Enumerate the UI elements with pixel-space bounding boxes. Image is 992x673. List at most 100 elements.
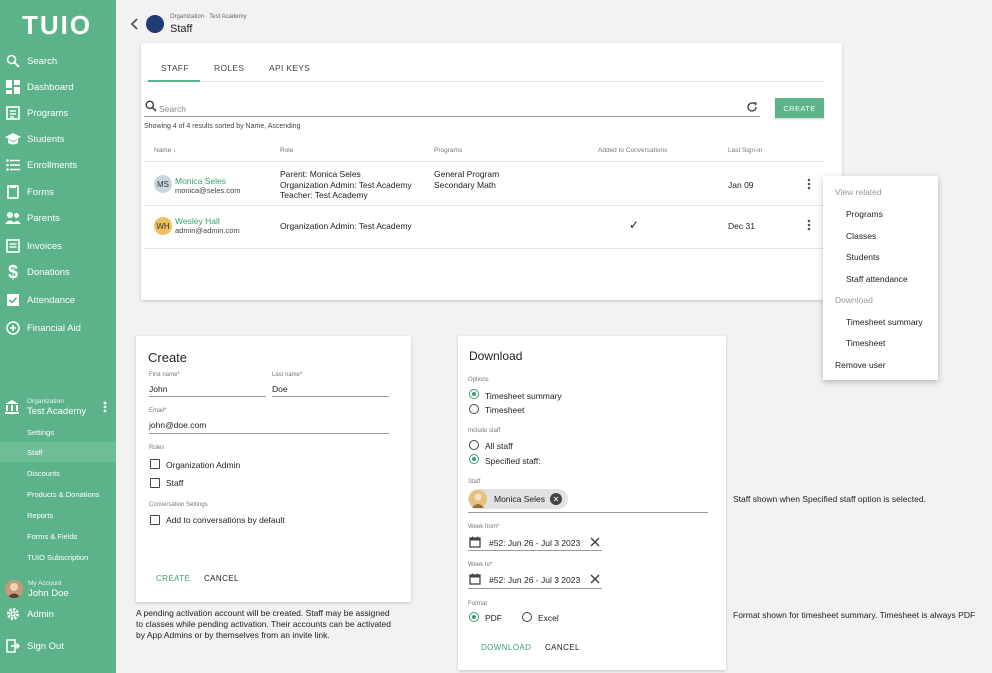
org-label: Organization	[27, 398, 64, 405]
nav-invoices[interactable]: Invoices	[0, 235, 116, 257]
menu-item-classes[interactable]: Classes	[846, 231, 876, 241]
programs-icon	[5, 105, 21, 121]
checkbox-org-admin[interactable]	[150, 459, 160, 469]
tab-staff[interactable]: STAFF	[161, 63, 189, 73]
tab-roles[interactable]: ROLES	[214, 63, 244, 73]
nav-donations[interactable]: $ Donations	[0, 261, 116, 283]
sub-item-forms-fields[interactable]: Forms & Fields	[0, 526, 116, 546]
sub-item-settings[interactable]: Settings	[0, 422, 116, 442]
avatar	[469, 490, 487, 508]
radio-timesheet-summary[interactable]	[469, 389, 479, 399]
column-header-role[interactable]: Role	[280, 147, 293, 154]
field-underline	[149, 396, 266, 397]
column-header-last-signin[interactable]: Last Sign-in	[728, 147, 762, 154]
last-name-field[interactable]: Doe	[272, 384, 288, 394]
create-note: by App Admins or by themselves from an i…	[136, 630, 330, 640]
nav-search[interactable]: Search	[0, 50, 116, 72]
dollar-icon: $	[7, 261, 18, 282]
sign-out-icon	[5, 638, 21, 654]
enrollments-icon	[5, 157, 21, 173]
dialog-title: Download	[469, 349, 523, 363]
building-icon	[5, 400, 19, 414]
field-underline	[468, 588, 602, 589]
sub-item-discounts[interactable]: Discounts	[0, 463, 116, 483]
chip-label: Monica Seles	[494, 494, 546, 504]
refresh-icon[interactable]	[746, 101, 758, 113]
search-icon	[5, 53, 21, 69]
cancel-button[interactable]: CANCEL	[204, 574, 239, 583]
checkbox-add-conversations[interactable]	[150, 515, 160, 525]
back-arrow-icon[interactable]	[130, 17, 140, 31]
column-header-conversations[interactable]: Added to Conversations	[598, 147, 667, 154]
staff-name-link[interactable]: Wesley Hall	[175, 216, 220, 227]
sub-item-tuio-subscription[interactable]: TUIO Subscription	[0, 547, 116, 567]
create-submit-button[interactable]: CREATE	[156, 574, 190, 583]
search-input[interactable]: Search	[144, 99, 760, 117]
nav-attendance[interactable]: Attendance	[0, 289, 116, 311]
radio-timesheet[interactable]	[469, 404, 479, 414]
email-field[interactable]: john@doe.com	[149, 420, 206, 430]
menu-item-remove-user[interactable]: Remove user	[835, 360, 886, 370]
org-switcher[interactable]: Organization Test Academy	[0, 394, 116, 418]
annotation-staff: Staff shown when Specified staff option …	[733, 494, 926, 504]
staff-name-link[interactable]: Monica Seles	[175, 176, 226, 187]
radio-excel[interactable]	[522, 612, 532, 622]
tab-api-keys[interactable]: API KEYS	[269, 63, 310, 73]
first-name-field[interactable]: John	[149, 384, 167, 394]
invoices-icon	[5, 238, 21, 254]
role-text: Organization Admin: Test Academy	[280, 221, 412, 231]
nav-programs[interactable]: Programs	[0, 102, 116, 124]
staff-chip[interactable]: Monica Seles ✕	[468, 489, 568, 509]
more-vert-icon[interactable]	[807, 178, 811, 190]
nav-parents[interactable]: Parents	[0, 207, 116, 229]
account-name: John Doe	[28, 588, 69, 599]
results-summary: Showing 4 of 4 results sorted by Name, A…	[144, 123, 301, 130]
clear-icon[interactable]	[590, 537, 600, 547]
nav-forms[interactable]: Forms	[0, 181, 116, 203]
radio-specified-staff[interactable]	[469, 454, 479, 464]
dialog-title: Create	[148, 350, 188, 365]
week-to-field[interactable]: #52: Jun 26 - Jul 3 2023	[489, 575, 580, 585]
create-note: to classes while pending activation. The…	[136, 619, 391, 629]
nav-enrollments[interactable]: Enrollments	[0, 154, 116, 176]
menu-item-students[interactable]: Students	[846, 252, 880, 262]
sub-item-staff[interactable]: Staff	[0, 442, 116, 462]
staff-email: admin@admin.com	[175, 226, 240, 235]
calendar-icon[interactable]	[469, 536, 481, 548]
attendance-icon	[5, 292, 21, 308]
more-vert-icon[interactable]	[103, 401, 107, 413]
menu-item-programs[interactable]: Programs	[846, 209, 883, 219]
checkbox-staff[interactable]	[150, 478, 160, 488]
week-from-field[interactable]: #52: Jun 26 - Jul 3 2023	[489, 538, 580, 548]
column-header-programs[interactable]: Programs	[434, 147, 462, 154]
account-menu[interactable]: My Account John Doe	[0, 577, 116, 601]
download-button[interactable]: DOWNLOAD	[481, 643, 531, 652]
radio-all-staff[interactable]	[469, 440, 479, 450]
calendar-icon[interactable]	[469, 573, 481, 585]
nav-financial-aid[interactable]: Financial Aid	[0, 317, 116, 339]
divider	[144, 248, 824, 249]
nav-admin[interactable]: Admin	[0, 603, 116, 625]
nav-dashboard[interactable]: Dashboard	[0, 76, 116, 98]
last-signin: Dec 31	[728, 221, 755, 231]
close-icon[interactable]: ✕	[550, 493, 562, 505]
field-label: Roles	[149, 445, 165, 451]
create-button[interactable]: CREATE	[775, 98, 824, 118]
cancel-button[interactable]: CANCEL	[545, 643, 580, 652]
nav-students[interactable]: Students	[0, 128, 116, 150]
sub-item-reports[interactable]: Reports	[0, 505, 116, 525]
clear-icon[interactable]	[590, 574, 600, 584]
menu-item-timesheet-summary[interactable]: Timesheet summary	[846, 317, 923, 327]
nav-sign-out[interactable]: Sign Out	[0, 635, 116, 657]
sub-item-products-donations[interactable]: Products & Donations	[0, 484, 116, 504]
last-signin: Jan 09	[728, 180, 754, 190]
account-label: My Account	[28, 580, 62, 587]
column-header-name[interactable]: Name ↓	[154, 147, 176, 154]
arrow-down-icon: ↓	[173, 147, 177, 154]
radio-pdf[interactable]	[469, 612, 479, 622]
menu-item-timesheet[interactable]: Timesheet	[846, 338, 885, 348]
dashboard-icon	[5, 79, 21, 95]
menu-item-staff-attendance[interactable]: Staff attendance	[846, 274, 908, 284]
more-vert-icon[interactable]	[807, 219, 811, 231]
menu-section-download: Download	[835, 295, 873, 305]
